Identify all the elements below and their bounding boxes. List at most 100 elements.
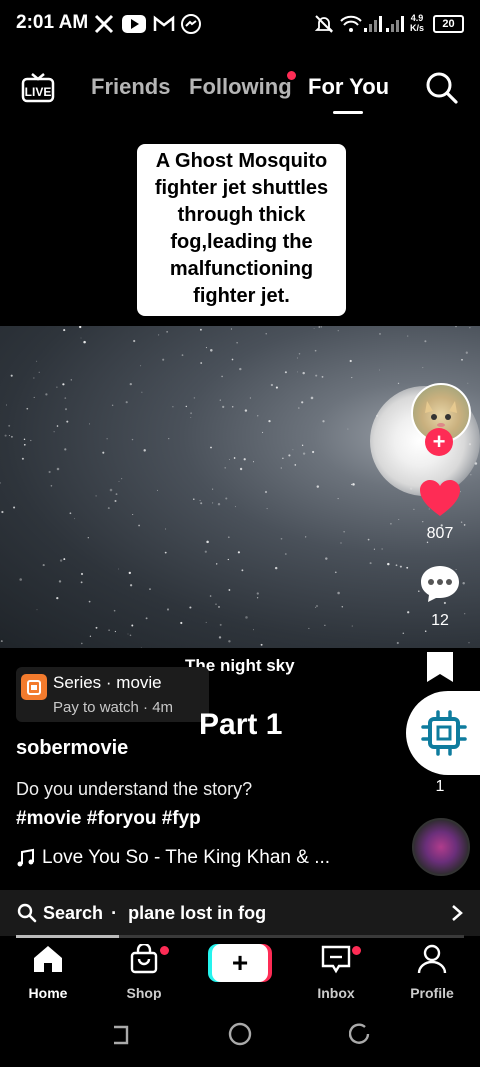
username[interactable]: sobermovie bbox=[16, 737, 128, 760]
star bbox=[149, 588, 151, 590]
tab-friends[interactable]: Friends bbox=[91, 74, 170, 100]
star bbox=[199, 328, 202, 331]
star bbox=[8, 434, 10, 437]
tab-for-you[interactable]: For You bbox=[308, 74, 389, 100]
star bbox=[185, 405, 187, 408]
star bbox=[407, 335, 409, 337]
star bbox=[296, 357, 298, 359]
star bbox=[108, 629, 110, 631]
star bbox=[406, 566, 409, 569]
video-part-label: Part 1 bbox=[199, 708, 283, 741]
live-button[interactable]: LIVE bbox=[20, 70, 56, 106]
star bbox=[302, 371, 305, 375]
star bbox=[210, 446, 212, 449]
star bbox=[10, 374, 13, 377]
music-link[interactable]: Love You So - The King Khan & ... bbox=[16, 847, 330, 869]
star bbox=[252, 461, 255, 463]
star bbox=[230, 328, 232, 330]
star bbox=[111, 404, 114, 407]
like-button[interactable] bbox=[418, 478, 462, 523]
star bbox=[296, 371, 298, 373]
star bbox=[190, 412, 193, 415]
comment-button[interactable] bbox=[419, 563, 461, 610]
star bbox=[249, 397, 251, 399]
star bbox=[320, 326, 322, 328]
tab-following[interactable]: Following bbox=[189, 74, 292, 100]
star bbox=[0, 640, 3, 643]
star bbox=[413, 508, 415, 511]
star bbox=[200, 362, 203, 364]
star bbox=[23, 438, 26, 441]
star bbox=[21, 457, 24, 460]
hashtags[interactable]: #movie #foryou #fyp bbox=[16, 808, 201, 830]
star bbox=[379, 333, 381, 335]
follow-button[interactable]: + bbox=[425, 428, 453, 456]
star bbox=[33, 377, 35, 379]
star bbox=[166, 608, 170, 611]
nav-inbox[interactable]: Inbox bbox=[296, 944, 376, 1001]
star bbox=[367, 538, 370, 541]
star bbox=[398, 518, 400, 520]
star bbox=[239, 467, 243, 471]
star bbox=[324, 624, 326, 626]
series-chip[interactable]: Series · movie Pay to watch · 4m bbox=[16, 667, 209, 722]
star bbox=[234, 506, 236, 508]
star bbox=[199, 499, 201, 502]
star bbox=[212, 488, 214, 490]
music-note-icon bbox=[17, 848, 34, 867]
star bbox=[42, 564, 45, 567]
star bbox=[231, 405, 234, 408]
nav-home[interactable]: Home bbox=[8, 944, 88, 1001]
video-player[interactable] bbox=[0, 326, 480, 648]
search-icon bbox=[426, 72, 458, 104]
star bbox=[168, 438, 170, 440]
star bbox=[301, 401, 304, 404]
star bbox=[70, 379, 72, 381]
music-disc[interactable] bbox=[412, 818, 470, 876]
star bbox=[256, 415, 259, 417]
back-icon[interactable] bbox=[349, 1023, 371, 1045]
star bbox=[215, 603, 217, 605]
star bbox=[316, 605, 318, 607]
star bbox=[8, 424, 11, 427]
star bbox=[87, 537, 89, 539]
star bbox=[10, 435, 13, 438]
star bbox=[407, 611, 410, 614]
create-button[interactable]: + bbox=[212, 944, 268, 982]
star bbox=[1, 510, 4, 514]
star bbox=[145, 617, 148, 620]
star bbox=[19, 578, 22, 581]
home-circle-icon[interactable] bbox=[228, 1022, 252, 1046]
related-search-bar[interactable]: Search · plane lost in fog bbox=[0, 890, 480, 936]
star bbox=[74, 518, 76, 520]
search-button[interactable] bbox=[425, 71, 459, 110]
star bbox=[228, 589, 231, 591]
star bbox=[205, 621, 207, 623]
star bbox=[280, 537, 283, 540]
star bbox=[50, 485, 53, 487]
star bbox=[162, 358, 165, 361]
star bbox=[227, 536, 230, 539]
star bbox=[337, 591, 340, 595]
star bbox=[140, 647, 142, 648]
nav-profile[interactable]: Profile bbox=[392, 944, 472, 1001]
messenger-icon bbox=[180, 12, 202, 36]
search-separator: · bbox=[111, 903, 118, 923]
star bbox=[282, 457, 284, 459]
star bbox=[59, 559, 63, 562]
star bbox=[114, 630, 117, 633]
star bbox=[95, 626, 98, 629]
recents-icon[interactable] bbox=[108, 1024, 130, 1046]
star bbox=[56, 467, 60, 471]
bookmark-button[interactable] bbox=[425, 650, 455, 689]
star bbox=[56, 596, 59, 600]
star bbox=[216, 563, 218, 565]
star bbox=[397, 382, 400, 385]
nav-shop[interactable]: Shop bbox=[104, 942, 184, 1001]
star bbox=[305, 536, 307, 538]
star bbox=[138, 524, 140, 527]
star bbox=[118, 568, 119, 570]
floating-ai-button[interactable] bbox=[406, 691, 480, 775]
star bbox=[373, 548, 375, 550]
star bbox=[56, 386, 58, 388]
